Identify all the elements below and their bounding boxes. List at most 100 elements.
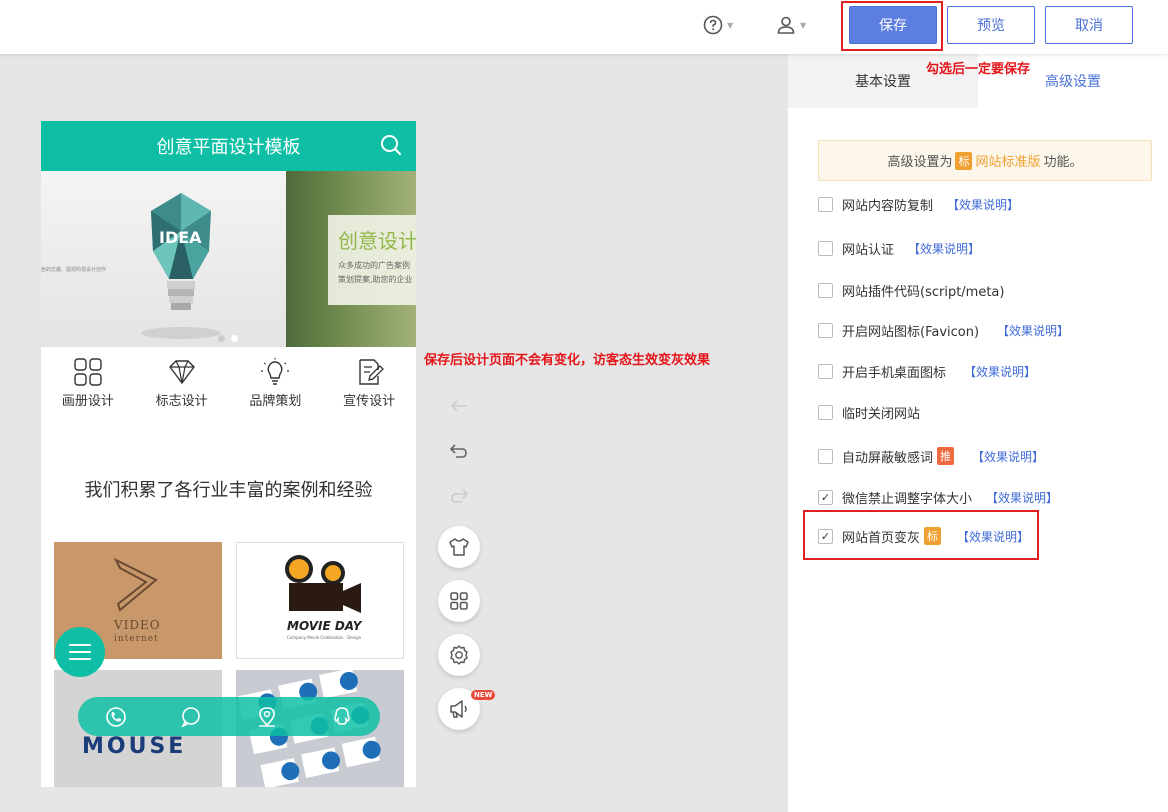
- new-badge: NEW: [471, 690, 496, 700]
- help-link[interactable]: 【效果说明】: [947, 196, 1019, 213]
- option-label: 临时关闭网站: [842, 406, 921, 422]
- carousel-dot[interactable]: [218, 335, 225, 342]
- movie-title: MOVIE DAY: [287, 619, 362, 633]
- checkbox[interactable]: [818, 322, 833, 338]
- save-annotation: 勾选后一定要保存: [926, 62, 1031, 77]
- settings-panel: 基本设置 高级设置 高级设置为 标 网站标准版 功能。 网站内容防复制 【效果说…: [788, 54, 1168, 812]
- contact-bar: [78, 697, 380, 736]
- option-label: 微信禁止调整字体大小: [842, 491, 973, 507]
- option-plugin-code[interactable]: 网站插件代码(script/meta): [818, 279, 1004, 301]
- preview-header: 创意平面设计模板: [41, 121, 416, 171]
- recommend-badge: 推: [937, 447, 955, 465]
- theme-button[interactable]: [438, 526, 480, 568]
- option-homepage-gray[interactable]: ✓ 网站首页变灰 标 【效果说明】: [818, 525, 1029, 547]
- option-label: 开启网站图标(Favicon): [842, 324, 980, 340]
- qq-icon[interactable]: [331, 706, 353, 728]
- help-link[interactable]: 【效果说明】: [986, 489, 1058, 506]
- checkbox-checked[interactable]: ✓: [818, 489, 833, 505]
- site-title: 创意平面设计模板: [156, 137, 301, 158]
- option-site-verify[interactable]: 网站认证 【效果说明】: [818, 237, 980, 259]
- option-anti-copy[interactable]: 网站内容防复制 【效果说明】: [818, 193, 1019, 215]
- checkbox[interactable]: [818, 448, 833, 464]
- checkbox[interactable]: [818, 240, 833, 256]
- help-link[interactable]: 【效果说明】: [964, 363, 1036, 380]
- cancel-button[interactable]: 取消: [1045, 6, 1133, 44]
- banner-slide-creative: 创意设计 众多成功的广告案例 策划提案,助您的企业: [286, 171, 416, 347]
- carousel-dots[interactable]: [218, 335, 238, 342]
- checkbox[interactable]: [818, 363, 833, 379]
- standard-version-link[interactable]: 网站标准版: [975, 151, 1040, 170]
- speaker-icon: [450, 700, 467, 718]
- banner-slide-idea: 色的志趣、提现的视设计创作 IDEA: [41, 171, 286, 347]
- case-card-movie[interactable]: MOVIE DAY Company Movie Celebration · De…: [236, 542, 404, 659]
- banner-textbox: 创意设计 众多成功的广告案例 策划提案,助您的企业: [328, 215, 416, 305]
- nav-item-brand[interactable]: 品牌策划: [229, 347, 323, 417]
- mouse-title: MOUSE: [82, 734, 187, 759]
- svg-text:IDEA: IDEA: [159, 228, 202, 247]
- option-label: 网站插件代码(script/meta): [842, 284, 1005, 300]
- option-label: 开启手机桌面图标: [842, 365, 947, 381]
- checkbox[interactable]: [818, 196, 833, 212]
- banner-headline: 创意设计: [338, 229, 416, 253]
- checkbox[interactable]: [818, 404, 833, 420]
- banner-tiny-text: 色的志趣、提现的视设计创作: [41, 267, 107, 273]
- banner-line2: 策划提案,助您的企业: [338, 275, 413, 284]
- option-label: 自动屏蔽敏感词: [842, 450, 934, 466]
- help-link[interactable]: 【效果说明】: [997, 322, 1069, 339]
- option-label: 网站内容防复制: [842, 198, 934, 214]
- nav-label: 标志设计: [155, 394, 208, 409]
- top-toolbar: ▼ ▼ 保存 预览 取消: [0, 0, 1168, 54]
- hamburger-icon: [69, 644, 91, 660]
- option-label: 网站首页变灰: [842, 530, 921, 546]
- design-annotation: 保存后设计页面不会有变化，访客态生效变灰效果: [424, 353, 711, 368]
- modules-button[interactable]: [438, 580, 480, 622]
- user-icon: [777, 16, 795, 34]
- nav-label: 宣传设计: [343, 394, 396, 409]
- diamond-icon: [168, 360, 195, 385]
- option-mobile-icon[interactable]: 开启手机桌面图标 【效果说明】: [818, 360, 1036, 382]
- menu-fab-button[interactable]: [55, 627, 105, 677]
- option-close-site[interactable]: 临时关闭网站: [818, 401, 920, 423]
- help-link[interactable]: 【效果说明】: [957, 528, 1029, 545]
- standard-badge: 标: [924, 527, 942, 545]
- option-wechat-font[interactable]: ✓ 微信禁止调整字体大小 【效果说明】: [818, 486, 1058, 508]
- shirt-icon: [449, 538, 469, 556]
- map-pin-icon[interactable]: [256, 706, 278, 728]
- edit-icon: [359, 359, 385, 385]
- grid-icon: [74, 358, 102, 386]
- nav-label: 品牌策划: [249, 394, 302, 409]
- mobile-preview: 创意平面设计模板 色的志趣、提现的视设计创作 IDEA 创意设计 众多成功的广告…: [41, 121, 416, 787]
- chat-icon[interactable]: [180, 706, 202, 728]
- slogan-text: 我们积累了各行业丰富的案例和经验: [84, 480, 373, 501]
- nav-item-promo[interactable]: 宣传设计: [322, 347, 416, 417]
- help-menu[interactable]: ▼: [703, 12, 733, 38]
- gear-icon: [450, 645, 468, 665]
- option-favicon[interactable]: 开启网站图标(Favicon) 【效果说明】: [818, 319, 1069, 341]
- help-link[interactable]: 【效果说明】: [908, 240, 980, 257]
- phone-icon[interactable]: [105, 706, 127, 728]
- undo-icon[interactable]: [449, 441, 469, 461]
- preview-button[interactable]: 预览: [947, 6, 1035, 44]
- notice-prefix: 高级设置为: [887, 155, 953, 170]
- save-button[interactable]: 保存: [849, 6, 937, 44]
- option-sensitive-words[interactable]: 自动屏蔽敏感词 推 【效果说明】: [818, 445, 1044, 467]
- checkbox-checked[interactable]: ✓: [818, 528, 833, 544]
- bulb-icon: [261, 358, 290, 385]
- checkbox[interactable]: [818, 282, 833, 298]
- nav-item-logo[interactable]: 标志设计: [135, 347, 229, 417]
- nav-item-brochure[interactable]: 画册设计: [41, 347, 135, 417]
- chevron-down-icon: ▼: [727, 20, 734, 30]
- film-camera-icon: [285, 555, 361, 613]
- nav-label: 画册设计: [61, 394, 114, 409]
- notice-suffix: 功能。: [1043, 155, 1083, 170]
- user-menu[interactable]: ▼: [776, 12, 806, 38]
- banner-line1: 众多成功的广告案例: [338, 261, 410, 270]
- carousel-dot-active[interactable]: [231, 335, 238, 342]
- movie-subtitle: Company Movie Celebration · Design: [287, 635, 362, 640]
- redo-icon[interactable]: [449, 486, 469, 506]
- settings-button[interactable]: [438, 634, 480, 676]
- back-arrow-icon[interactable]: [449, 396, 469, 416]
- banner-carousel[interactable]: 色的志趣、提现的视设计创作 IDEA 创意设计 众多成功的广告案例 策划提案,助…: [41, 171, 416, 347]
- search-icon[interactable]: [380, 134, 402, 156]
- help-link[interactable]: 【效果说明】: [972, 448, 1044, 465]
